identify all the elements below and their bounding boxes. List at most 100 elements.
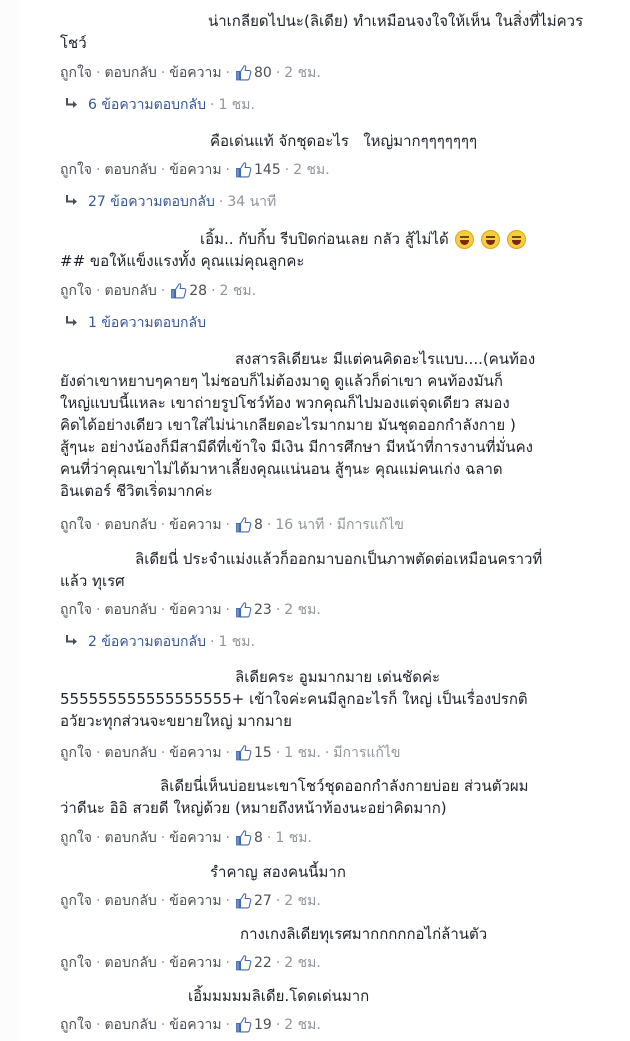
replies-count-link[interactable]: 1 ข้อความตอบกลับ: [88, 315, 206, 331]
thumbs-up-icon[interactable]: [235, 64, 252, 81]
comment-line: แล้ว ทุเรศ: [60, 572, 125, 590]
timestamp[interactable]: 16 นาที: [275, 517, 324, 533]
thumbs-up-icon[interactable]: [235, 892, 252, 909]
separator: ·: [160, 602, 166, 618]
comment-text: ลิเดียนี่ ประจำแม่งแล้วก็ออกมาบอกเป็นภาพ…: [60, 548, 625, 592]
reply-arrow-icon: [64, 633, 80, 649]
comment-thread: น่าเกลียดไปนะ(ลิเดีย) ทำเหมือนจงใจให้เห็…: [0, 0, 630, 1041]
like-count[interactable]: 27: [254, 893, 272, 909]
separator: ·: [275, 955, 281, 971]
replies-count-link[interactable]: 6 ข้อความตอบกลับ: [88, 97, 206, 113]
timestamp[interactable]: 2 ชม.: [220, 283, 257, 299]
separator: ·: [275, 893, 281, 909]
separator: ·: [225, 955, 230, 971]
like-count[interactable]: 22: [254, 955, 272, 971]
like-count[interactable]: 80: [254, 65, 272, 81]
edited-label[interactable]: มีการแก้ไข: [333, 745, 400, 761]
comment-text: เอิ้ม.. กับกิ้บ รีบปิดก่อนเลย กลัว สู้ไม…: [60, 228, 625, 272]
view-replies[interactable]: 1 ข้อความตอบกลับ: [64, 313, 206, 333]
thumbs-up-icon[interactable]: [235, 1016, 252, 1033]
view-replies[interactable]: 27 ข้อความตอบกลับ · 34 นาที: [64, 192, 276, 212]
reply-link[interactable]: ตอบกลับ: [104, 830, 156, 846]
message-link[interactable]: ข้อความ: [169, 602, 221, 618]
comment-line: น่าเกลียดไปนะ(ลิเดีย) ทำเหมือนจงใจให้เห็…: [208, 12, 584, 30]
like-link[interactable]: ถูกใจ: [60, 65, 92, 81]
like-link[interactable]: ถูกใจ: [60, 893, 92, 909]
like-count[interactable]: 28: [189, 283, 207, 299]
reply-link[interactable]: ตอบกลับ: [104, 602, 156, 618]
reply-link[interactable]: ตอบกลับ: [104, 745, 156, 761]
edited-label[interactable]: มีการแก้ไข: [337, 517, 404, 533]
message-link[interactable]: ข้อความ: [169, 745, 221, 761]
reply-link[interactable]: ตอบกลับ: [104, 517, 156, 533]
comment-actions: ถูกใจ · ตอบกลับ · ข้อความ · 80 · 2 ชม.: [60, 63, 321, 83]
comment-actions: ถูกใจ · ตอบกลับ · ข้อความ · 23 · 2 ชม.: [60, 600, 321, 620]
comment-line: กางเกงลิเดียทุเรศมากกกกกอไก่ล้านตัว: [240, 925, 488, 943]
message-link[interactable]: ข้อความ: [169, 893, 221, 909]
like-count[interactable]: 23: [254, 602, 272, 618]
message-link[interactable]: ข้อความ: [169, 65, 221, 81]
timestamp[interactable]: 2 ชม.: [284, 955, 321, 971]
thumbs-up-icon[interactable]: [170, 282, 187, 299]
reply-link[interactable]: ตอบกลับ: [104, 162, 156, 178]
like-count[interactable]: 145: [254, 162, 281, 178]
timestamp[interactable]: 2 ชม.: [284, 65, 321, 81]
thumbs-up-icon[interactable]: [235, 161, 252, 178]
timestamp[interactable]: 2 ชม.: [293, 162, 330, 178]
thumbs-up-icon[interactable]: [235, 829, 252, 846]
message-link[interactable]: ข้อความ: [169, 517, 221, 533]
reply-link[interactable]: ตอบกลับ: [104, 955, 156, 971]
like-count[interactable]: 15: [254, 745, 272, 761]
message-link[interactable]: ข้อความ: [169, 955, 221, 971]
like-link[interactable]: ถูกใจ: [60, 162, 92, 178]
timestamp[interactable]: 1 ชม.: [284, 745, 321, 761]
comment-text: คือเด่นแท้ จักชุดอะไร ใหญ่มากๆๆๆๆๆๆๆ: [60, 130, 625, 152]
timestamp[interactable]: 1 ชม.: [275, 830, 312, 846]
separator: ·: [209, 97, 215, 113]
replies-count-link[interactable]: 2 ข้อความตอบกลับ: [88, 634, 206, 650]
view-replies[interactable]: 6 ข้อความตอบกลับ · 1 ชม.: [64, 95, 255, 115]
like-count[interactable]: 8: [254, 517, 263, 533]
comment-actions: ถูกใจ · ตอบกลับ · ข้อความ · 8 · 1 ชม.: [60, 828, 312, 848]
comment-actions: ถูกใจ · ตอบกลับ · 28 · 2 ชม.: [60, 281, 256, 301]
like-link[interactable]: ถูกใจ: [60, 830, 92, 846]
reply-arrow-icon: [64, 96, 80, 112]
thumbs-up-icon[interactable]: [235, 516, 252, 533]
reply-link[interactable]: ตอบกลับ: [104, 1017, 156, 1033]
separator: ·: [211, 283, 216, 299]
comment-actions: ถูกใจ · ตอบกลับ · ข้อความ · 8 · 16 นาที · มีการแก้…: [60, 515, 404, 535]
separator: ·: [324, 745, 330, 761]
reply-link[interactable]: ตอบกลับ: [104, 893, 156, 909]
timestamp[interactable]: 2 ชม.: [284, 893, 321, 909]
comment-line: ## ขอให้แข็งแรงทั้ง คุณแม่คุณลูกคะ: [60, 252, 305, 270]
message-link[interactable]: ข้อความ: [169, 1017, 221, 1033]
replies-count-link[interactable]: 27 ข้อความตอบกลับ: [88, 194, 215, 210]
timestamp[interactable]: 2 ชม.: [284, 602, 321, 618]
like-count[interactable]: 19: [254, 1017, 272, 1033]
message-link[interactable]: ข้อความ: [169, 830, 221, 846]
like-link[interactable]: ถูกใจ: [60, 745, 92, 761]
thumbs-up-icon[interactable]: [235, 954, 252, 971]
separator: ·: [225, 65, 230, 81]
view-replies[interactable]: 2 ข้อความตอบกลับ · 1 ชม.: [64, 632, 255, 652]
like-link[interactable]: ถูกใจ: [60, 602, 92, 618]
comment-text: ลิเดียนี่เห็นบ่อยนะเขาโชว์ชุดออกกำลังกาย…: [60, 775, 625, 819]
comment-line: ลิเดียนี่ ประจำแม่งแล้วก็ออกมาบอกเป็นภาพ…: [135, 550, 543, 568]
separator: ·: [160, 830, 166, 846]
separator: ·: [160, 745, 166, 761]
comment-text: รำคาญ สองคนนี้มาก: [60, 861, 625, 883]
separator: ·: [275, 602, 281, 618]
message-link[interactable]: ข้อความ: [169, 162, 221, 178]
reply-link[interactable]: ตอบกลับ: [104, 65, 156, 81]
thumbs-up-icon[interactable]: [235, 601, 252, 618]
timestamp[interactable]: 2 ชม.: [284, 1017, 321, 1033]
like-link[interactable]: ถูกใจ: [60, 1017, 92, 1033]
like-link[interactable]: ถูกใจ: [60, 517, 92, 533]
like-count[interactable]: 8: [254, 830, 263, 846]
separator: ·: [96, 745, 101, 761]
reply-link[interactable]: ตอบกลับ: [104, 283, 156, 299]
like-link[interactable]: ถูกใจ: [60, 955, 92, 971]
like-link[interactable]: ถูกใจ: [60, 283, 92, 299]
thumbs-up-icon[interactable]: [235, 744, 252, 761]
comment-line: ลิเดียคระ อูมมากมาย เด่นชัดค่ะ: [235, 668, 441, 686]
